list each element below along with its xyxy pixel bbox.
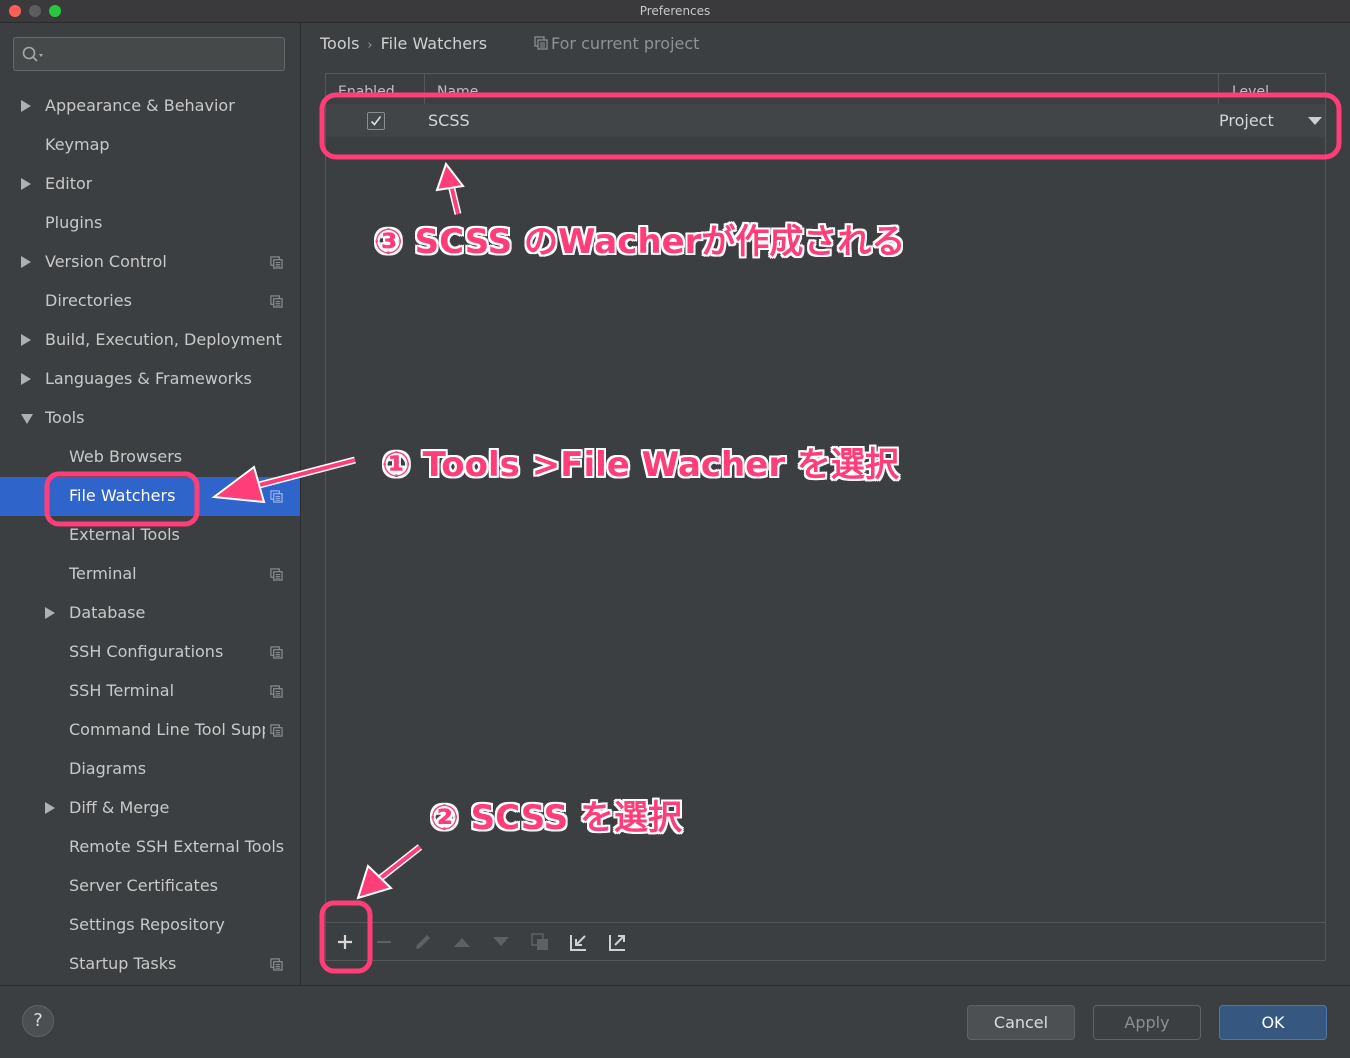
arrow-to-file-watchers	[211, 456, 356, 504]
arrow-to-add-button	[356, 844, 423, 900]
annotation-step1: ① Tools >File Wacher を選択	[382, 445, 899, 485]
highlight-add-button	[319, 900, 373, 974]
annotation-overlay	[44, 92, 1342, 974]
highlight-file-watchers	[44, 471, 200, 527]
annotation-step3: ③ SCSS のWacherが作成される	[374, 222, 906, 262]
arrow-to-scss-row	[435, 161, 465, 215]
annotation-step2: ② SCSS を選択	[430, 798, 682, 838]
highlight-scss-row	[319, 92, 1342, 160]
